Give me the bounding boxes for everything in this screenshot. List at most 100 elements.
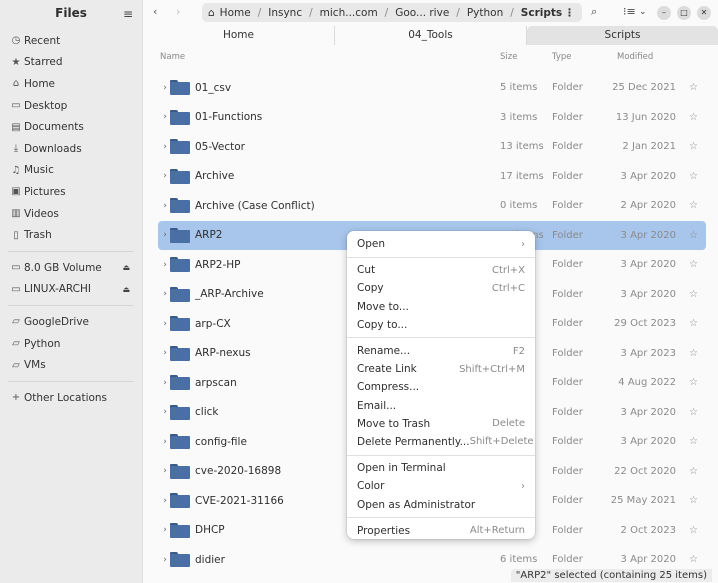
close-icon[interactable]: ✕: [697, 6, 711, 20]
expand-chevron-icon[interactable]: ›: [160, 496, 170, 506]
star-icon[interactable]: ☆: [689, 525, 698, 536]
path-bar[interactable]: ⌂ Home / Insync / mich...com / Goo... rive / Pyth…: [202, 3, 582, 22]
file-modified: 3 Apr 2020: [620, 436, 676, 448]
sidebar-item-home[interactable]: ⌂ Home: [0, 73, 142, 95]
maximize-icon[interactable]: □: [677, 6, 691, 20]
tab-04-tools[interactable]: 04_Tools: [335, 26, 527, 45]
sidebar-item-downloads[interactable]: ⤓ Downloads: [0, 138, 142, 160]
hamburger-icon[interactable]: ≡: [123, 7, 133, 21]
menu-item-color[interactable]: Color ›: [347, 477, 535, 495]
star-icon[interactable]: ☆: [689, 82, 698, 93]
sidebar-item-pictures[interactable]: ▣ Pictures: [0, 181, 142, 203]
expand-chevron-icon[interactable]: ›: [160, 171, 170, 181]
menu-item-copy[interactable]: Copy Ctrl+C: [347, 279, 535, 297]
eject-icon[interactable]: ⏏: [122, 285, 130, 294]
path-segment[interactable]: Home: [218, 7, 253, 19]
expand-chevron-icon[interactable]: ›: [160, 83, 170, 93]
file-row[interactable]: › 05-Vector 13 items Folder 2 Jan 2021 ☆: [158, 132, 706, 162]
sidebar-item-videos[interactable]: ▥ Videos: [0, 203, 142, 225]
expand-chevron-icon[interactable]: ›: [160, 407, 170, 417]
column-type[interactable]: Type: [552, 52, 572, 62]
minimize-icon[interactable]: –: [657, 6, 671, 20]
sidebar-item-music[interactable]: ♫ Music: [0, 160, 142, 182]
menu-item-delete-permanently[interactable]: Delete Permanently... Shift+Delete: [347, 433, 535, 451]
back-icon[interactable]: ‹: [153, 5, 157, 18]
path-segment[interactable]: mich...com: [318, 7, 380, 19]
sidebar-item-recent[interactable]: ◷ Recent: [0, 30, 142, 52]
tab-home[interactable]: Home: [143, 26, 335, 45]
file-modified: 3 Apr 2020: [620, 288, 676, 300]
sidebar-item-python[interactable]: ▱ Python: [0, 333, 142, 355]
menu-item-open-in-terminal[interactable]: Open in Terminal: [347, 459, 535, 477]
menu-item-open[interactable]: Open ›: [347, 235, 535, 253]
star-icon[interactable]: ☆: [689, 230, 698, 241]
menu-item-move-to[interactable]: Move to...: [347, 298, 535, 316]
star-icon[interactable]: ☆: [689, 141, 698, 152]
sidebar-item-vms[interactable]: ▱ VMs: [0, 354, 142, 376]
star-icon[interactable]: ☆: [689, 171, 698, 182]
path-menu-icon[interactable]: ⋮: [564, 7, 575, 19]
star-icon[interactable]: ☆: [689, 466, 698, 477]
sidebar-item-desktop[interactable]: ▭ Desktop: [0, 95, 142, 117]
view-options-icon[interactable]: ⁝≡: [623, 5, 636, 18]
menu-item-label: Color: [357, 480, 385, 493]
expand-chevron-icon[interactable]: ›: [160, 466, 170, 476]
column-modified[interactable]: Modified: [617, 52, 653, 62]
path-segment[interactable]: Goo... rive: [393, 7, 451, 19]
star-icon[interactable]: ☆: [689, 259, 698, 270]
star-icon[interactable]: ☆: [689, 554, 698, 565]
sidebar-item-other-locations[interactable]: + Other Locations: [0, 387, 142, 409]
star-icon[interactable]: ☆: [689, 112, 698, 123]
menu-item-compress[interactable]: Compress...: [347, 378, 535, 396]
eject-icon[interactable]: ⏏: [122, 263, 130, 272]
menu-item-move-to-trash[interactable]: Move to Trash Delete: [347, 415, 535, 433]
path-segment[interactable]: Scripts: [519, 7, 564, 19]
sidebar-item-linux-archi[interactable]: ▭ LINUX-ARCHI ⏏: [0, 279, 142, 301]
menu-item-create-link[interactable]: Create Link Shift+Ctrl+M: [347, 360, 535, 378]
menu-item-open-as-administrator[interactable]: Open as Administrator: [347, 495, 535, 513]
star-icon[interactable]: ☆: [689, 407, 698, 418]
file-row[interactable]: › Archive 17 items Folder 3 Apr 2020 ☆: [158, 162, 706, 192]
file-row[interactable]: › 01-Functions 3 items Folder 13 Jun 2020 ☆: [158, 103, 706, 133]
tab-scripts[interactable]: Scripts: [527, 26, 718, 45]
file-row[interactable]: › 01_csv 5 items Folder 25 Dec 2021 ☆: [158, 73, 706, 103]
star-icon[interactable]: ☆: [689, 289, 698, 300]
expand-chevron-icon[interactable]: ›: [160, 142, 170, 152]
expand-chevron-icon[interactable]: ›: [160, 260, 170, 270]
sidebar-item-starred[interactable]: ★ Starred: [0, 52, 142, 74]
sidebar-item-documents[interactable]: ▤ Documents: [0, 116, 142, 138]
menu-item-rename[interactable]: Rename... F2: [347, 342, 535, 360]
menu-item-copy-to[interactable]: Copy to...: [347, 316, 535, 334]
expand-chevron-icon[interactable]: ›: [160, 112, 170, 122]
expand-chevron-icon[interactable]: ›: [160, 319, 170, 329]
menu-item-email[interactable]: Email...: [347, 397, 535, 415]
path-segment[interactable]: Python: [465, 7, 505, 19]
star-icon[interactable]: ☆: [689, 436, 698, 447]
search-icon[interactable]: ⌕: [591, 5, 597, 19]
expand-chevron-icon[interactable]: ›: [160, 348, 170, 358]
star-icon[interactable]: ☆: [689, 377, 698, 388]
expand-chevron-icon[interactable]: ›: [160, 289, 170, 299]
star-icon[interactable]: ☆: [689, 318, 698, 329]
sidebar-item-googledrive[interactable]: ▱ GoogleDrive: [0, 311, 142, 333]
column-name[interactable]: Name: [160, 52, 185, 62]
expand-chevron-icon[interactable]: ›: [160, 555, 170, 565]
expand-chevron-icon[interactable]: ›: [160, 525, 170, 535]
star-icon[interactable]: ☆: [689, 200, 698, 211]
path-segment[interactable]: Insync: [266, 7, 304, 19]
menu-item-properties[interactable]: Properties Alt+Return: [347, 522, 535, 540]
sidebar-item-8-0-gb-volume[interactable]: ▭ 8.0 GB Volume ⏏: [0, 257, 142, 279]
expand-chevron-icon[interactable]: ›: [160, 378, 170, 388]
file-row[interactable]: › Archive (Case Conflict) 0 items Folder 2 A…: [158, 191, 706, 221]
column-size[interactable]: Size: [500, 52, 517, 62]
expand-chevron-icon[interactable]: ›: [160, 230, 170, 240]
column-headers: Name Size Type Modified: [143, 49, 718, 65]
star-icon[interactable]: ☆: [689, 348, 698, 359]
sidebar-item-trash[interactable]: ▯ Trash: [0, 224, 142, 246]
expand-chevron-icon[interactable]: ›: [160, 437, 170, 447]
menu-item-cut[interactable]: Cut Ctrl+X: [347, 261, 535, 279]
forward-icon[interactable]: ›: [176, 5, 180, 18]
chevron-down-icon[interactable]: ⌄: [639, 7, 647, 17]
expand-chevron-icon[interactable]: ›: [160, 201, 170, 211]
star-icon[interactable]: ☆: [689, 495, 698, 506]
